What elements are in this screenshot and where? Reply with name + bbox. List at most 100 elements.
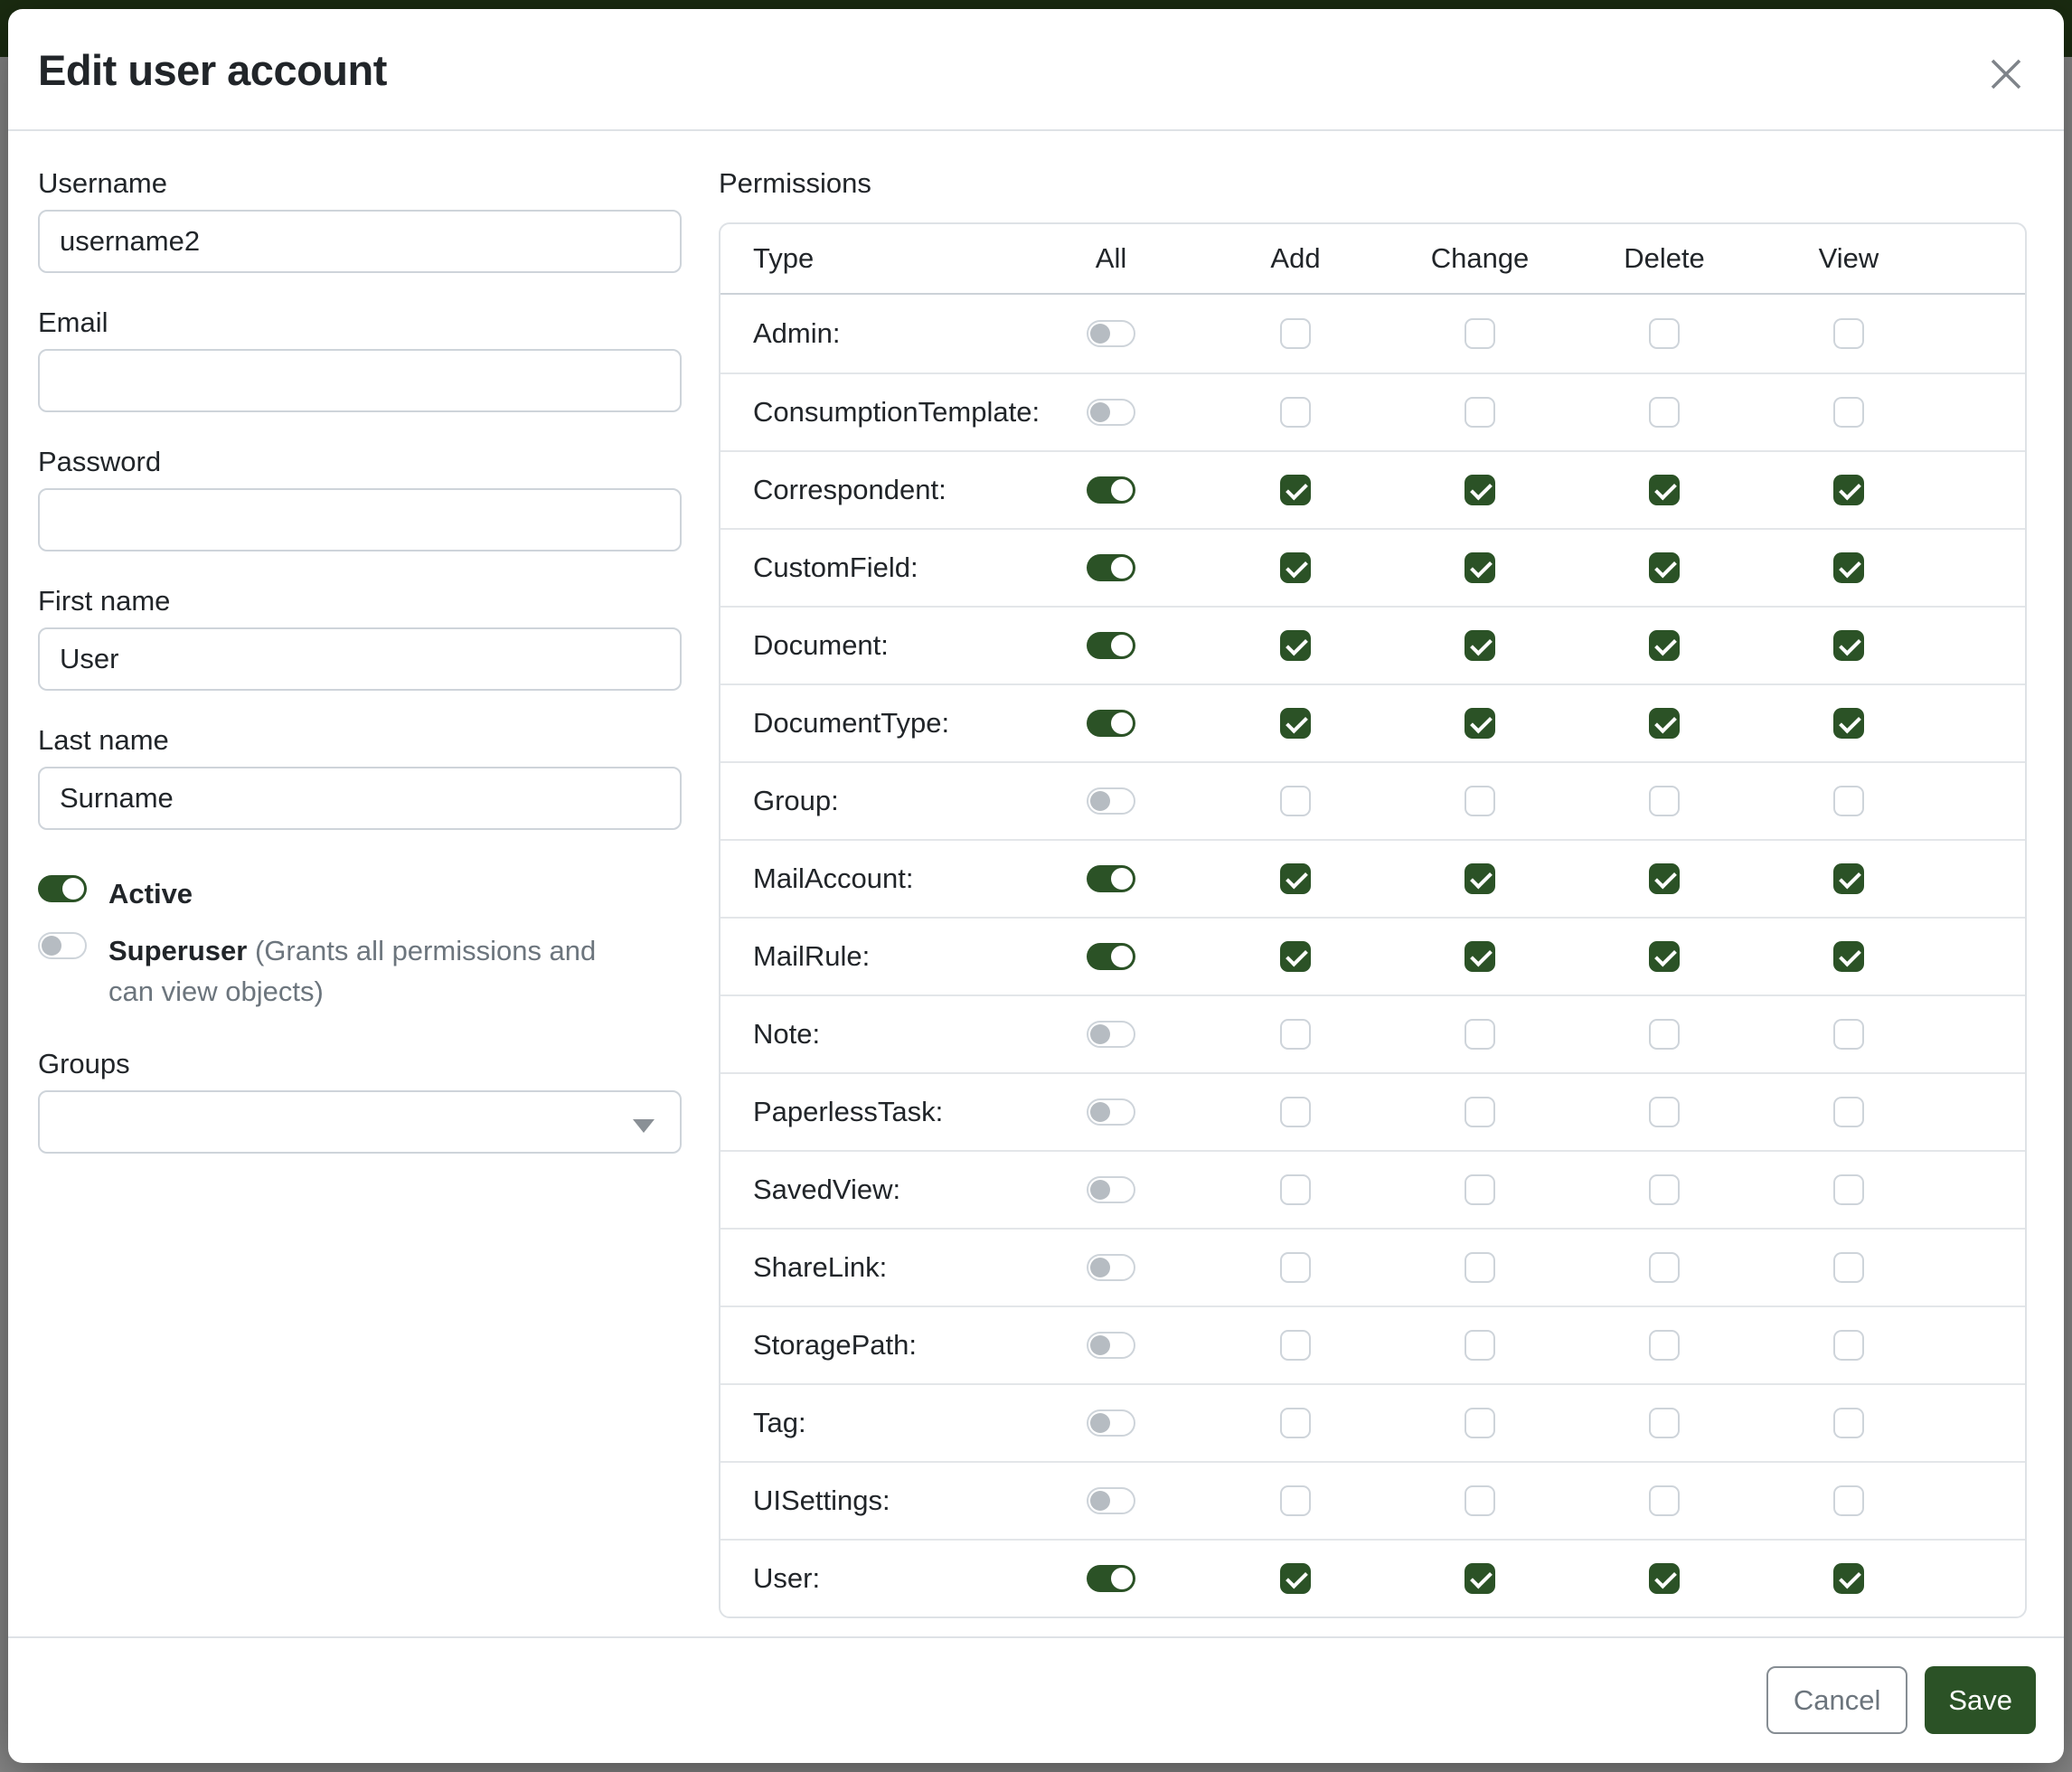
perm-add-checkbox[interactable] bbox=[1280, 397, 1311, 428]
close-button[interactable] bbox=[1981, 49, 2031, 99]
perm-change-checkbox[interactable] bbox=[1465, 941, 1495, 972]
perm-delete-checkbox[interactable] bbox=[1649, 941, 1680, 972]
perm-add-checkbox[interactable] bbox=[1280, 1485, 1311, 1516]
perm-add-checkbox[interactable] bbox=[1280, 1019, 1311, 1050]
last-name-input[interactable] bbox=[38, 767, 682, 830]
perm-view-checkbox[interactable] bbox=[1833, 1174, 1864, 1205]
perm-change-checkbox[interactable] bbox=[1465, 552, 1495, 583]
perm-all-toggle[interactable] bbox=[1087, 1565, 1135, 1592]
perm-delete-checkbox[interactable] bbox=[1649, 318, 1680, 349]
perm-view-checkbox[interactable] bbox=[1833, 1330, 1864, 1361]
perm-delete-checkbox[interactable] bbox=[1649, 630, 1680, 661]
perm-change-checkbox[interactable] bbox=[1465, 397, 1495, 428]
perm-all-toggle[interactable] bbox=[1087, 787, 1135, 815]
perm-change-checkbox[interactable] bbox=[1465, 1174, 1495, 1205]
perm-add-checkbox[interactable] bbox=[1280, 1563, 1311, 1594]
cancel-button[interactable]: Cancel bbox=[1766, 1666, 1908, 1734]
perm-change-checkbox[interactable] bbox=[1465, 1408, 1495, 1438]
perm-all-toggle[interactable] bbox=[1087, 1021, 1135, 1048]
perm-change-checkbox[interactable] bbox=[1465, 786, 1495, 816]
perm-view-checkbox[interactable] bbox=[1833, 1563, 1864, 1594]
perm-change-checkbox[interactable] bbox=[1465, 318, 1495, 349]
perm-all-toggle[interactable] bbox=[1087, 320, 1135, 347]
perm-add-checkbox[interactable] bbox=[1280, 1174, 1311, 1205]
perm-all-toggle[interactable] bbox=[1087, 1409, 1135, 1437]
perm-delete-checkbox[interactable] bbox=[1649, 552, 1680, 583]
perm-view-checkbox[interactable] bbox=[1833, 786, 1864, 816]
perm-all-toggle[interactable] bbox=[1087, 399, 1135, 426]
perm-view-checkbox[interactable] bbox=[1833, 1252, 1864, 1283]
perm-change-checkbox[interactable] bbox=[1465, 1563, 1495, 1594]
perm-all-toggle[interactable] bbox=[1087, 943, 1135, 970]
perm-all-toggle[interactable] bbox=[1087, 1098, 1135, 1126]
perm-add-checkbox[interactable] bbox=[1280, 941, 1311, 972]
perm-add-checkbox[interactable] bbox=[1280, 1097, 1311, 1127]
permission-row: MailRule: bbox=[720, 917, 2025, 994]
permission-cell-delete bbox=[1572, 1252, 1756, 1283]
perm-delete-checkbox[interactable] bbox=[1649, 1408, 1680, 1438]
active-toggle[interactable] bbox=[38, 875, 87, 902]
perm-delete-checkbox[interactable] bbox=[1649, 708, 1680, 739]
perm-all-toggle[interactable] bbox=[1087, 554, 1135, 581]
perm-view-checkbox[interactable] bbox=[1833, 630, 1864, 661]
perm-change-checkbox[interactable] bbox=[1465, 475, 1495, 505]
save-button[interactable]: Save bbox=[1925, 1666, 2036, 1734]
superuser-toggle[interactable] bbox=[38, 932, 87, 959]
perm-delete-checkbox[interactable] bbox=[1649, 1485, 1680, 1516]
perm-all-toggle[interactable] bbox=[1087, 476, 1135, 504]
perm-view-checkbox[interactable] bbox=[1833, 475, 1864, 505]
perm-change-checkbox[interactable] bbox=[1465, 863, 1495, 894]
perm-change-checkbox[interactable] bbox=[1465, 1330, 1495, 1361]
perm-all-toggle[interactable] bbox=[1087, 1254, 1135, 1281]
perm-add-checkbox[interactable] bbox=[1280, 863, 1311, 894]
perm-add-checkbox[interactable] bbox=[1280, 475, 1311, 505]
perm-delete-checkbox[interactable] bbox=[1649, 1252, 1680, 1283]
perm-view-checkbox[interactable] bbox=[1833, 1408, 1864, 1438]
perm-all-toggle[interactable] bbox=[1087, 1176, 1135, 1203]
perm-change-checkbox[interactable] bbox=[1465, 708, 1495, 739]
perm-view-checkbox[interactable] bbox=[1833, 552, 1864, 583]
perm-delete-checkbox[interactable] bbox=[1649, 397, 1680, 428]
perm-add-checkbox[interactable] bbox=[1280, 1330, 1311, 1361]
perm-delete-checkbox[interactable] bbox=[1649, 475, 1680, 505]
perm-view-checkbox[interactable] bbox=[1833, 941, 1864, 972]
perm-view-checkbox[interactable] bbox=[1833, 863, 1864, 894]
perm-delete-checkbox[interactable] bbox=[1649, 1563, 1680, 1594]
perm-add-checkbox[interactable] bbox=[1280, 1252, 1311, 1283]
perm-view-checkbox[interactable] bbox=[1833, 708, 1864, 739]
groups-select[interactable] bbox=[38, 1090, 682, 1154]
password-input[interactable] bbox=[38, 488, 682, 551]
permission-cell-change bbox=[1388, 786, 1572, 816]
perm-all-toggle[interactable] bbox=[1087, 710, 1135, 737]
perm-change-checkbox[interactable] bbox=[1465, 630, 1495, 661]
permission-type-label: Note: bbox=[720, 1018, 1019, 1051]
perm-all-toggle[interactable] bbox=[1087, 632, 1135, 659]
perm-add-checkbox[interactable] bbox=[1280, 630, 1311, 661]
perm-add-checkbox[interactable] bbox=[1280, 552, 1311, 583]
perm-view-checkbox[interactable] bbox=[1833, 1097, 1864, 1127]
perm-delete-checkbox[interactable] bbox=[1649, 1019, 1680, 1050]
perm-view-checkbox[interactable] bbox=[1833, 1019, 1864, 1050]
perm-change-checkbox[interactable] bbox=[1465, 1252, 1495, 1283]
perm-add-checkbox[interactable] bbox=[1280, 786, 1311, 816]
username-input[interactable] bbox=[38, 210, 682, 273]
perm-change-checkbox[interactable] bbox=[1465, 1019, 1495, 1050]
perm-view-checkbox[interactable] bbox=[1833, 318, 1864, 349]
perm-add-checkbox[interactable] bbox=[1280, 1408, 1311, 1438]
perm-change-checkbox[interactable] bbox=[1465, 1485, 1495, 1516]
perm-all-toggle[interactable] bbox=[1087, 1332, 1135, 1359]
perm-view-checkbox[interactable] bbox=[1833, 1485, 1864, 1516]
email-input[interactable] bbox=[38, 349, 682, 412]
perm-view-checkbox[interactable] bbox=[1833, 397, 1864, 428]
perm-all-toggle[interactable] bbox=[1087, 1487, 1135, 1514]
perm-add-checkbox[interactable] bbox=[1280, 708, 1311, 739]
first-name-input[interactable] bbox=[38, 627, 682, 691]
perm-all-toggle[interactable] bbox=[1087, 865, 1135, 892]
perm-change-checkbox[interactable] bbox=[1465, 1097, 1495, 1127]
perm-delete-checkbox[interactable] bbox=[1649, 863, 1680, 894]
perm-delete-checkbox[interactable] bbox=[1649, 1174, 1680, 1205]
perm-delete-checkbox[interactable] bbox=[1649, 1330, 1680, 1361]
perm-delete-checkbox[interactable] bbox=[1649, 1097, 1680, 1127]
perm-delete-checkbox[interactable] bbox=[1649, 786, 1680, 816]
perm-add-checkbox[interactable] bbox=[1280, 318, 1311, 349]
